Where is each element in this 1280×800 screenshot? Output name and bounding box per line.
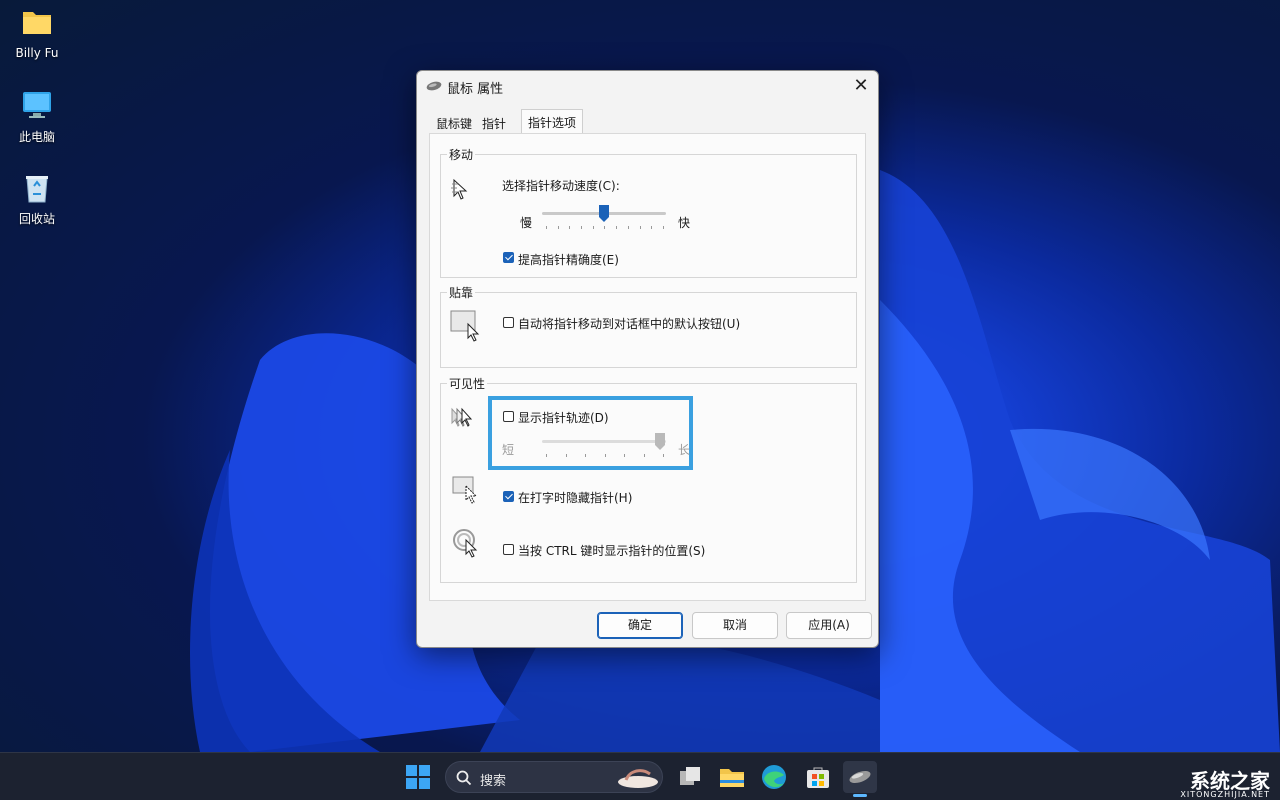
visibility-legend: 可见性 — [449, 377, 486, 391]
start-button[interactable] — [404, 763, 432, 791]
pointer-trails-label[interactable]: 显示指针轨迹(D) — [518, 409, 609, 426]
close-icon: ✕ — [853, 75, 869, 96]
watermark-subtitle: XITONGZHIJIA.NET — [1180, 790, 1270, 799]
cancel-button[interactable]: 取消 — [692, 612, 778, 639]
active-indicator — [853, 794, 867, 797]
task-view-icon — [680, 767, 700, 785]
show-location-icon — [453, 529, 478, 558]
speed-ticks — [546, 226, 664, 229]
hide-while-typing-label[interactable]: 在打字时隐藏指针(H) — [518, 489, 632, 506]
taskbar: 搜索 系统之家 XITONGZHIJIA.NET — [0, 752, 1280, 800]
pointer-trails-checkbox[interactable] — [503, 411, 514, 422]
speed-slider-thumb[interactable] — [599, 205, 609, 222]
hide-pointer-icon — [452, 476, 478, 504]
long-label: 长 — [678, 443, 691, 457]
snap-to-icon — [450, 310, 480, 342]
tab-pointers[interactable]: 指针 — [477, 113, 511, 134]
slow-label: 慢 — [520, 216, 533, 230]
edge-browser-button[interactable] — [760, 763, 788, 791]
snap-to-label[interactable]: 自动将指针移动到对话框中的默认按钮(U) — [518, 315, 740, 332]
trails-ticks — [546, 454, 664, 457]
trails-slider-track[interactable] — [542, 440, 666, 443]
search-icon — [456, 770, 472, 786]
tab-strip: 鼠标键 指针 指针选项 — [429, 109, 866, 136]
desktop-icon-computer[interactable]: 此电脑 — [8, 90, 66, 145]
show-location-ctrl-label[interactable]: 当按 CTRL 键时显示指针的位置(S) — [518, 542, 705, 559]
pointer-options-panel: 移动 选择指针移动速度(C): 慢 快 提高指针精确度(E) 贴靠 自动将指针移… — [429, 133, 866, 601]
edge-icon — [762, 765, 786, 789]
desktop-icon-label: Billy Fu — [15, 46, 59, 60]
task-view-button[interactable] — [676, 763, 704, 791]
store-button[interactable] — [804, 763, 832, 791]
tab-buttons[interactable]: 鼠标键 — [431, 113, 477, 134]
windows-icon — [406, 765, 430, 789]
snap-to-checkbox[interactable] — [503, 317, 514, 328]
mouse-icon — [849, 770, 871, 784]
mouse-properties-taskbar-button[interactable] — [843, 761, 877, 797]
speed-label: 选择指针移动速度(C): — [502, 179, 620, 193]
dialog-title: 鼠标 属性 — [447, 82, 504, 97]
show-location-ctrl-checkbox[interactable] — [503, 544, 514, 555]
desktop-icon-label: 回收站 — [18, 212, 55, 226]
search-highlight-illustration-icon — [618, 769, 658, 788]
tab-pointer-options[interactable]: 指针选项 — [521, 109, 584, 136]
close-button[interactable]: ✕ — [850, 75, 872, 97]
desktop-icon-folder[interactable]: Billy Fu — [8, 8, 66, 60]
apply-button[interactable]: 应用(A) — [786, 612, 872, 639]
enhance-precision-label[interactable]: 提高指针精确度(E) — [518, 251, 619, 268]
store-icon — [807, 767, 829, 788]
folder-icon — [21, 8, 53, 40]
pointer-speed-icon — [451, 178, 468, 200]
recycle-bin-icon — [21, 172, 53, 204]
trails-slider-thumb[interactable] — [654, 433, 665, 450]
enhance-precision-checkbox[interactable] — [503, 252, 514, 263]
snap-legend: 贴靠 — [449, 286, 474, 300]
file-explorer-icon — [720, 769, 744, 787]
computer-icon — [21, 90, 53, 122]
motion-legend: 移动 — [449, 148, 474, 162]
desktop-icon-recycle-bin[interactable]: 回收站 — [8, 172, 66, 227]
mouse-icon — [426, 81, 442, 91]
desktop-icon-label: 此电脑 — [18, 130, 55, 144]
file-explorer-button[interactable] — [718, 763, 746, 791]
pointer-trails-icon — [451, 407, 473, 427]
short-label: 短 — [502, 443, 515, 457]
search-placeholder: 搜索 — [480, 774, 507, 789]
fast-label: 快 — [678, 216, 691, 230]
search-box[interactable]: 搜索 — [445, 761, 663, 793]
mouse-properties-dialog: 鼠标 属性 ✕ 鼠标键 指针 指针选项 移动 选择指针移动速度(C): 慢 快 … — [416, 70, 879, 648]
ok-button[interactable]: 确定 — [597, 612, 683, 639]
title-bar[interactable]: 鼠标 属性 ✕ — [417, 71, 878, 101]
hide-while-typing-checkbox[interactable] — [503, 491, 514, 502]
